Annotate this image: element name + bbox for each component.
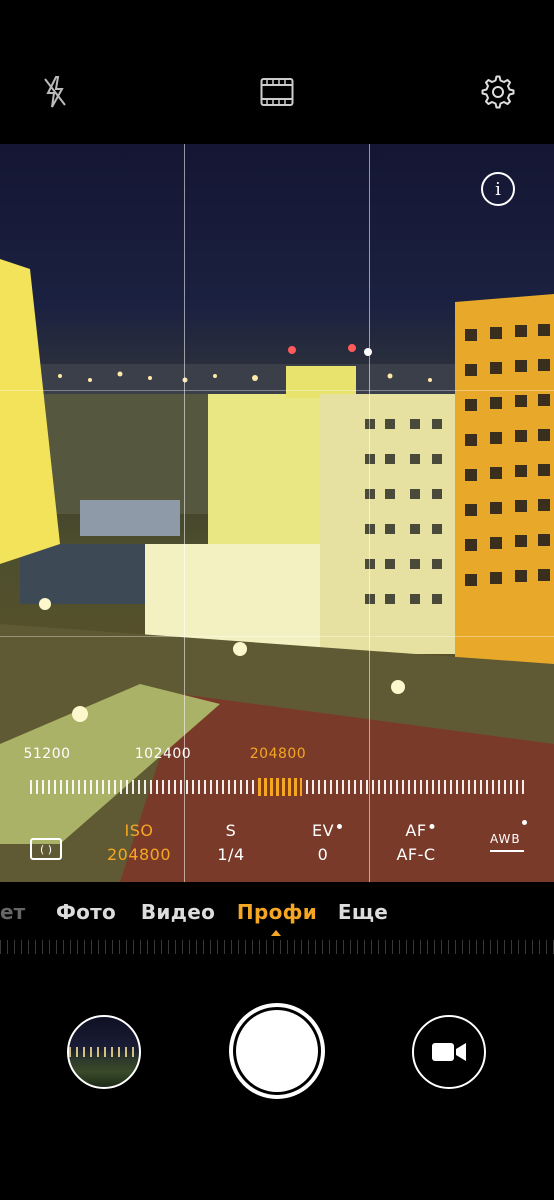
iso-scale: 51200 102400 204800 <box>0 746 554 770</box>
grid-line <box>0 390 554 391</box>
white-balance-name: AWB <box>490 832 521 846</box>
exposure-comp-param[interactable]: EV 0 <box>311 820 343 868</box>
iso-param[interactable]: ISO 204800 <box>107 820 171 868</box>
info-icon[interactable]: i <box>481 172 515 206</box>
thumbnail-image <box>69 1047 139 1057</box>
bottom-controls <box>0 962 554 1200</box>
white-balance-underline <box>490 850 524 852</box>
active-mode-indicator <box>271 930 281 936</box>
grid-line <box>369 144 370 882</box>
grid-line <box>184 144 185 882</box>
shutter-button-inner <box>236 1010 318 1092</box>
iso-scale-label[interactable]: 102400 <box>135 746 191 762</box>
exposure-comp-value: 0 <box>317 845 329 864</box>
mode-item-pro[interactable]: Профи <box>237 900 317 924</box>
scene-image <box>0 259 554 882</box>
viewfinder[interactable]: i 51200 102400 204800 ( ) ISO 204800 S 1… <box>0 144 554 882</box>
mode-item-photo[interactable]: Фото <box>56 900 116 924</box>
auto-indicator-dot <box>522 820 527 825</box>
camera-mode-bar: ет Фото Видео Профи Еще <box>0 882 554 962</box>
exposure-comp-name: EV <box>311 821 335 840</box>
info-glyph: i <box>495 178 501 200</box>
mode-item-video[interactable]: Видео <box>141 900 215 924</box>
mode-item-partial[interactable]: ет <box>0 900 25 924</box>
iso-param-value: 204800 <box>106 845 172 864</box>
metering-mode-icon: ( ) <box>39 842 53 856</box>
shutter-button[interactable] <box>229 1003 325 1099</box>
top-bar <box>0 0 554 144</box>
gallery-thumbnail[interactable] <box>67 1015 141 1089</box>
autofocus-value: AF-C <box>396 845 436 864</box>
record-video-button[interactable] <box>412 1015 486 1089</box>
shutter-speed-param[interactable]: S 1/4 <box>217 820 244 868</box>
mode-item-more[interactable]: Еще <box>338 900 388 924</box>
iso-scale-label-selected[interactable]: 204800 <box>250 746 306 762</box>
iso-scale-label[interactable]: 51200 <box>23 746 70 762</box>
pro-params-row: ( ) ISO 204800 S 1/4 EV 0 AF AF-C AWB <box>0 820 554 874</box>
metering-mode-button[interactable]: ( ) <box>30 838 62 860</box>
shutter-speed-name: S <box>225 821 237 840</box>
flash-off-icon[interactable] <box>35 72 75 112</box>
iso-param-name: ISO <box>124 821 154 840</box>
autofocus-param[interactable]: AF AF-C <box>396 820 435 868</box>
auto-indicator-dot <box>429 824 435 829</box>
iso-slider-handle[interactable] <box>258 778 302 796</box>
mode-scroll-ruler[interactable] <box>0 940 554 954</box>
record-video-icon <box>432 1043 466 1061</box>
autofocus-name: AF <box>405 821 427 840</box>
film-icon[interactable] <box>257 72 297 112</box>
shutter-speed-value: 1/4 <box>217 845 245 864</box>
auto-indicator-dot <box>337 824 343 829</box>
settings-gear-icon[interactable] <box>478 72 518 112</box>
grid-line <box>0 636 554 637</box>
